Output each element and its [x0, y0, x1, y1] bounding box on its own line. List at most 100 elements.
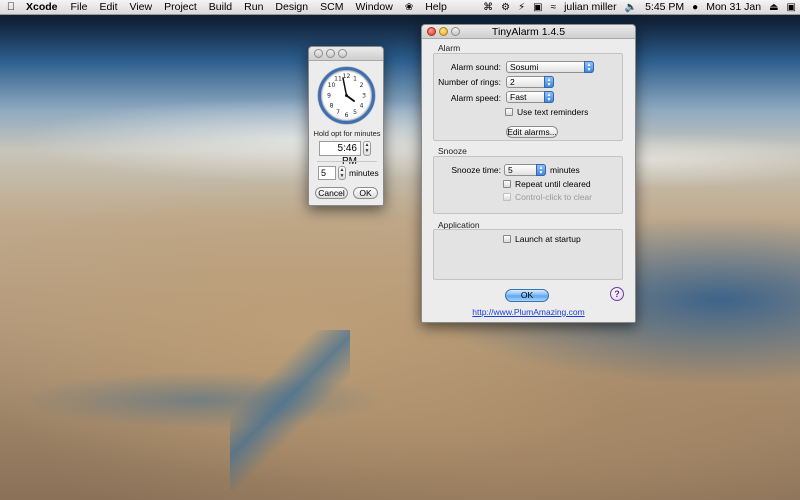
clock-window: 12 1 2 3 4 5 6 7 8 9 10 11 Hold opt for … — [308, 46, 384, 206]
rings-label: Number of rings: — [438, 77, 501, 87]
minutes-stepper[interactable]: ▲ ▼ — [338, 166, 346, 180]
menu-extras: ⌘ ⚙ ⚡ ▣ ≈ julian miller 🔈 5:45 PM ● Mon … — [479, 1, 800, 13]
snooze-time-popup[interactable]: 5 ▲ ▼ — [504, 164, 546, 176]
snooze-group-label: Snooze — [438, 146, 467, 156]
svg-text:3: 3 — [362, 93, 366, 100]
checkbox-icon — [503, 193, 511, 201]
svg-text:10: 10 — [328, 82, 336, 89]
close-icon[interactable] — [314, 49, 323, 58]
launch-startup-label: Launch at startup — [515, 234, 581, 244]
popup-arrows-icon: ▲ ▼ — [544, 91, 554, 103]
popup-arrows-icon: ▲ ▼ — [544, 76, 554, 88]
checkbox-icon[interactable] — [503, 235, 511, 243]
rings-popup[interactable]: 2 ▲ ▼ — [506, 76, 554, 88]
hold-opt-label: Hold opt for minutes — [313, 129, 381, 138]
user-name[interactable]: julian miller — [560, 1, 621, 13]
rings-value: 2 — [510, 77, 515, 87]
zoom-icon[interactable] — [451, 27, 460, 36]
svg-text:5: 5 — [353, 109, 357, 116]
checkbox-icon[interactable] — [503, 180, 511, 188]
menu-project[interactable]: Project — [158, 1, 203, 13]
analog-clock[interactable]: 12 1 2 3 4 5 6 7 8 9 10 11 — [318, 67, 375, 124]
svg-text:2: 2 — [360, 82, 364, 89]
popup-arrows-icon: ▲ ▼ — [584, 61, 594, 73]
clock-window-controls — [314, 49, 347, 58]
speed-popup[interactable]: Fast ▲ ▼ — [506, 91, 554, 103]
spotlight-icon[interactable]: ▣ — [783, 2, 800, 13]
ok-button[interactable]: OK — [505, 289, 549, 302]
time-stepper[interactable]: ▲ ▼ — [363, 141, 371, 156]
clock-dial-icon: 12 1 2 3 4 5 6 7 8 9 10 11 — [327, 73, 366, 119]
bolt-icon[interactable]: ⚡ — [514, 2, 529, 13]
menu-build[interactable]: Build — [203, 1, 238, 13]
control-click-checkbox: Control-click to clear — [503, 192, 592, 202]
snooze-time-value: 5 — [508, 165, 513, 175]
cloud-band — [0, 80, 800, 200]
snooze-time-label: Snooze time: — [451, 165, 501, 175]
eject-icon[interactable]: ⏏ — [765, 2, 782, 13]
gulf-water — [230, 330, 350, 490]
alarm-group-label: Alarm — [438, 43, 461, 53]
wifi-icon[interactable]: ≈ — [547, 2, 561, 13]
tinyalarm-titlebar[interactable]: TinyAlarm 1.4.5 — [422, 25, 635, 39]
svg-text:1: 1 — [353, 76, 357, 83]
menu-window[interactable]: Window — [349, 1, 398, 13]
menu-scm[interactable]: SCM — [314, 1, 349, 13]
apple-menu-icon[interactable]:  — [0, 1, 22, 13]
cancel-button[interactable]: Cancel — [315, 187, 348, 199]
alarm-sound-popup[interactable]: Sosumi ▲ ▼ — [506, 61, 594, 73]
svg-text:9: 9 — [327, 93, 331, 100]
help-icon[interactable]: ? — [610, 287, 624, 301]
svg-text:11: 11 — [334, 76, 342, 83]
edit-alarms-button[interactable]: Edit alarms... — [506, 126, 558, 138]
command-icon[interactable]: ⌘ — [479, 2, 497, 13]
website-link[interactable]: http://www.PlumAmazing.com — [422, 307, 635, 317]
clock-titlebar[interactable] — [309, 47, 383, 61]
tinyalarm-window-controls — [427, 27, 460, 36]
menu-run[interactable]: Run — [238, 1, 269, 13]
divider — [317, 161, 377, 162]
moon-icon[interactable]: ● — [688, 2, 702, 13]
minutes-label: minutes — [349, 168, 379, 178]
zoom-icon[interactable] — [338, 49, 347, 58]
minimize-icon[interactable] — [439, 27, 448, 36]
tinyalarm-window: TinyAlarm 1.4.5 Alarm Alarm sound: Sosum… — [421, 24, 636, 323]
speed-label: Alarm speed: — [450, 93, 501, 103]
menu-edit[interactable]: Edit — [93, 1, 123, 13]
popup-arrows-icon: ▲ ▼ — [536, 164, 546, 176]
svg-text:8: 8 — [330, 103, 334, 110]
desktop-background — [0, 0, 800, 500]
minimize-icon[interactable] — [326, 49, 335, 58]
repeat-checkbox[interactable]: Repeat until cleared — [503, 179, 591, 189]
menu-date[interactable]: Mon 31 Jan — [702, 1, 765, 13]
minutes-field[interactable]: 5 — [318, 166, 336, 180]
text-reminders-label: Use text reminders — [517, 107, 589, 117]
svg-text:6: 6 — [345, 112, 349, 119]
svg-text:4: 4 — [360, 103, 364, 110]
alarm-sound-label: Alarm sound: — [450, 62, 501, 72]
clock-ok-button[interactable]: OK — [353, 187, 378, 199]
menu-help[interactable]: Help — [419, 1, 453, 13]
volume-icon[interactable]: 🔈 — [621, 2, 641, 13]
menu-clock[interactable]: 5:45 PM — [641, 1, 688, 13]
svg-text:7: 7 — [336, 109, 340, 116]
repeat-label: Repeat until cleared — [515, 179, 591, 189]
menu-view[interactable]: View — [124, 1, 159, 13]
menu-file[interactable]: File — [65, 1, 94, 13]
checkbox-icon[interactable] — [505, 108, 513, 116]
alarm-sound-value: Sosumi — [510, 62, 539, 72]
box-icon[interactable]: ▣ — [529, 2, 546, 13]
menu-bar:  Xcode File Edit View Project Build Run… — [0, 0, 800, 15]
gear-icon[interactable]: ⚙ — [497, 2, 514, 13]
close-icon[interactable] — [427, 27, 436, 36]
launch-startup-checkbox[interactable]: Launch at startup — [503, 234, 581, 244]
app-menu[interactable]: Xcode — [22, 1, 65, 13]
snooze-minutes-label: minutes — [550, 165, 580, 175]
alarm-time-field[interactable]: 5:46 PM — [319, 141, 361, 167]
script-menu-icon[interactable]: ❀ — [399, 2, 419, 13]
control-click-label: Control-click to clear — [515, 192, 592, 202]
speed-value: Fast — [510, 92, 527, 102]
menu-design[interactable]: Design — [269, 1, 314, 13]
window-title: TinyAlarm 1.4.5 — [491, 26, 566, 38]
text-reminders-checkbox[interactable]: Use text reminders — [505, 107, 588, 117]
